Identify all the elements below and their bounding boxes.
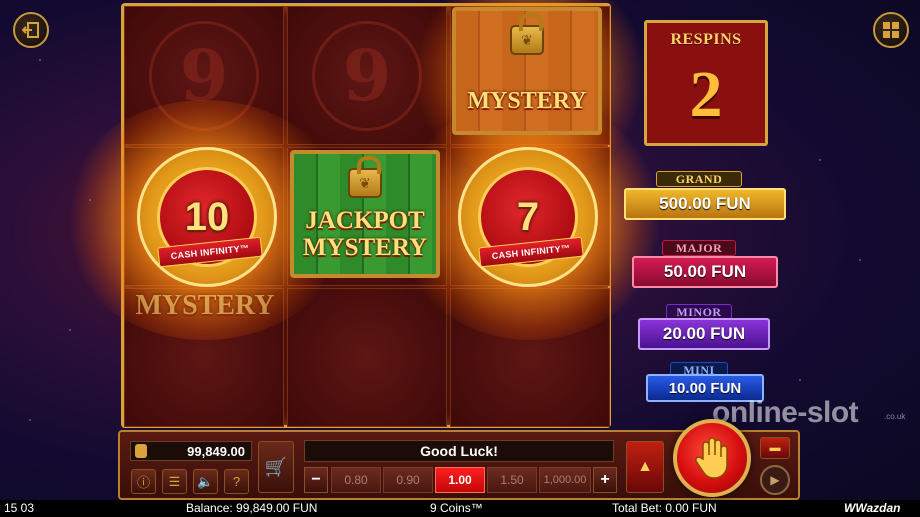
turbo-button[interactable]: ▲ (626, 441, 664, 493)
ghost-nine-symbol: 9 (312, 20, 422, 131)
balance-display: 99,849.00 (130, 441, 252, 461)
buy-feature-button[interactable]: 🛒 (258, 441, 294, 493)
sound-button[interactable]: 🔈 (193, 469, 218, 494)
mystery-label: MYSTERY (467, 88, 587, 114)
bet-selector: − 0.80 0.90 1.00 1.50 1,000.00 + (304, 467, 617, 493)
exit-button[interactable] (13, 12, 49, 48)
bet-option-selected[interactable]: 1.00 (435, 467, 485, 493)
info-button[interactable]: ⓘ (131, 469, 156, 494)
clock: 15 03 (4, 501, 35, 515)
reel-cell (287, 288, 447, 427)
jackpot-minor-value: 20.00 FUN (638, 318, 770, 350)
cash-coin: 7 CASH INFINITY™ (458, 147, 598, 287)
faded-mystery-symbol: MYSTERY (135, 290, 275, 321)
info-icon: ⓘ (136, 475, 150, 490)
respins-counter: RESPINS 2 (644, 20, 768, 146)
autoplay-button[interactable]: ▶ (760, 465, 790, 495)
status-balance: Balance: 99,849.00 FUN (186, 501, 318, 515)
bet-option[interactable]: 1.50 (487, 467, 537, 493)
menu-button[interactable] (873, 12, 909, 48)
jackpot-grand-value: 500.00 FUN (624, 188, 786, 220)
w-logo-icon: W (844, 501, 856, 515)
site-watermark-domain: .co.uk (884, 412, 906, 421)
card-icon: ▬ (769, 442, 781, 454)
status-total-bet: Total Bet: 0.00 FUN (612, 501, 717, 515)
gamble-button[interactable]: ▬ (760, 437, 790, 459)
jackpot-major-value: 50.00 FUN (632, 256, 778, 288)
jackpot-label: JACKPOT (305, 207, 425, 234)
jackpot-mystery-crate: ❦ JACKPOT MYSTERY (290, 150, 440, 278)
respins-label: RESPINS (670, 31, 742, 48)
bet-increase-button[interactable]: + (593, 467, 617, 493)
spin-button[interactable] (673, 419, 751, 497)
flame-icon: ▲ (637, 458, 653, 475)
message-display: Good Luck! (304, 440, 614, 462)
speaker-icon: 🔈 (197, 473, 214, 489)
cash-coin: 10 CASH INFINITY™ (137, 147, 277, 287)
brand-logo: WWazdan (844, 501, 900, 515)
autoplay-icon: ▶ (770, 473, 780, 487)
mystery-label: MYSTERY (302, 234, 428, 261)
bet-option[interactable]: 0.90 (383, 467, 433, 493)
mystery-crate: ❦ MYSTERY (452, 7, 602, 135)
hand-stop-icon (695, 437, 728, 479)
grid-menu-icon (883, 22, 899, 38)
money-bag-icon (135, 444, 147, 458)
hamburger-icon: ☰ (168, 473, 181, 489)
padlock-icon: ❦ (348, 156, 382, 198)
brand-name: Wazdan (855, 501, 901, 515)
bet-decrease-button[interactable]: − (304, 467, 328, 493)
shopping-cart-icon: 🛒 (264, 456, 288, 477)
bet-option[interactable]: 1,000.00 (539, 467, 591, 493)
exit-icon (22, 22, 39, 38)
respins-count: 2 (689, 58, 723, 131)
question-icon: ? (232, 474, 241, 489)
jackpot-major-label: MAJOR (662, 240, 736, 256)
bet-option[interactable]: 0.80 (331, 467, 381, 493)
help-button[interactable]: ? (224, 469, 249, 494)
padlock-icon: ❦ (510, 13, 544, 55)
game-title: 9 Coins™ (430, 501, 483, 515)
jackpot-grand-label: GRAND (656, 171, 742, 187)
menu-list-button[interactable]: ☰ (162, 469, 187, 494)
